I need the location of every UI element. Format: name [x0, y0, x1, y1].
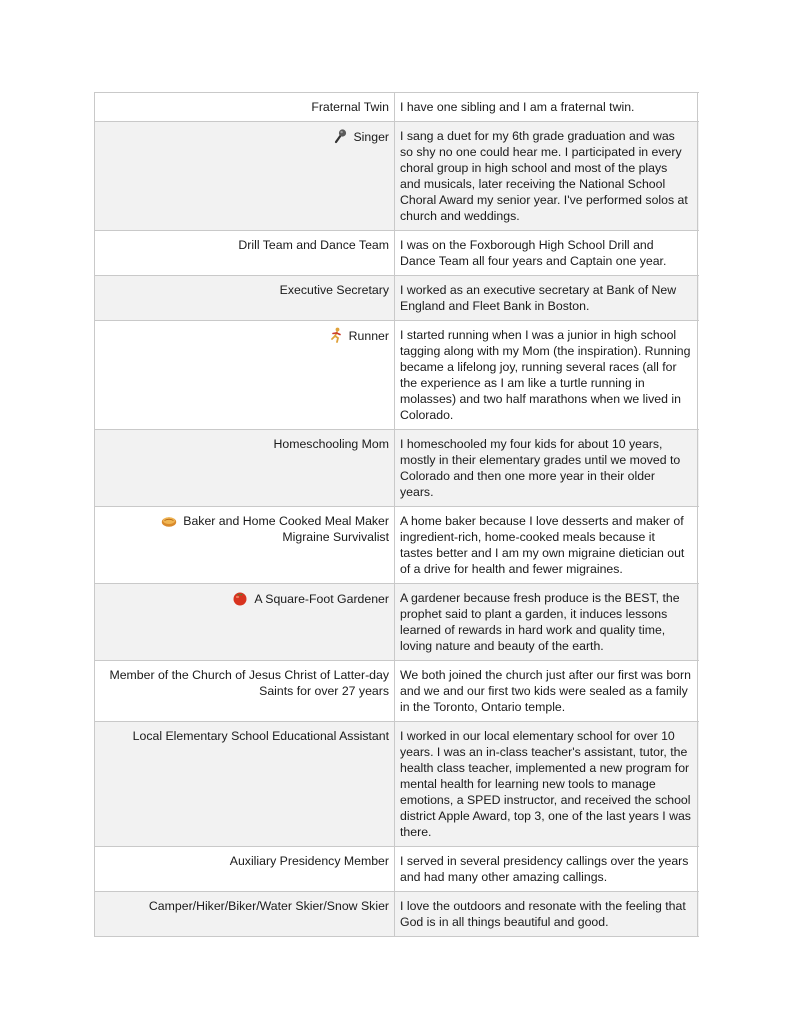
row-label-text: Local Elementary School Educational Assi… [132, 729, 389, 743]
row-label-text: Executive Secretary [279, 283, 389, 297]
table-row-fraternal-twin: Fraternal Twin I have one sibling and I … [95, 93, 699, 122]
row-description: A gardener because fresh produce is the … [395, 584, 698, 660]
table-row-church-member: Member of the Church of Jesus Christ of … [95, 661, 699, 722]
row-label: Homeschooling Mom [95, 430, 395, 506]
row-label: Local Elementary School Educational Assi… [95, 722, 395, 846]
row-label: Singer [95, 122, 395, 230]
table-row-outdoors: Camper/Hiker/Biker/Water Skier/Snow Skie… [95, 892, 699, 937]
row-description: I love the outdoors and resonate with th… [395, 892, 698, 936]
row-label-text: Fraternal Twin [311, 100, 389, 114]
tomato-icon [232, 590, 248, 606]
row-label: A Square-Foot Gardener [95, 584, 395, 660]
row-description: I have one sibling and I am a fraternal … [395, 93, 698, 121]
row-description: I homeschooled my four kids for about 10… [395, 430, 698, 506]
row-label: Member of the Church of Jesus Christ of … [95, 661, 395, 721]
row-label-text-secondary: Migraine Survivalist [282, 530, 389, 544]
row-label-text: Drill Team and Dance Team [238, 238, 389, 252]
microphone-icon [333, 128, 347, 144]
table-row-educational-assistant: Local Elementary School Educational Assi… [95, 722, 699, 847]
row-label-text: Member of the Church of Jesus Christ of … [109, 668, 389, 698]
runner-icon [329, 327, 343, 343]
table-row-homeschooling-mom: Homeschooling Mom I homeschooled my four… [95, 430, 699, 507]
row-label: Camper/Hiker/Biker/Water Skier/Snow Skie… [95, 892, 395, 936]
table-row-executive-secretary: Executive Secretary I worked as an execu… [95, 276, 699, 321]
row-description: I started running when I was a junior in… [395, 321, 698, 429]
table-row-runner: Runner I started running when I was a ju… [95, 321, 699, 430]
table-row-singer: Singer I sang a duet for my 6th grade gr… [95, 122, 699, 231]
row-label: Fraternal Twin [95, 93, 395, 121]
row-description: I served in several presidency callings … [395, 847, 698, 891]
row-label-text: Auxiliary Presidency Member [229, 854, 389, 868]
row-description: I sang a duet for my 6th grade graduatio… [395, 122, 698, 230]
row-label-text: Runner [348, 329, 389, 343]
row-description: We both joined the church just after our… [395, 661, 698, 721]
table-row-gardener: A Square-Foot Gardener A gardener becaus… [95, 584, 699, 661]
table-row-auxiliary-presidency: Auxiliary Presidency Member I served in … [95, 847, 699, 892]
row-label-text: A Square-Foot Gardener [254, 592, 389, 606]
row-description: I worked in our local elementary school … [395, 722, 698, 846]
row-description: I worked as an executive secretary at Ba… [395, 276, 698, 320]
row-description: A home baker because I love desserts and… [395, 507, 698, 583]
row-description: I was on the Foxborough High School Dril… [395, 231, 698, 275]
about-me-table: Fraternal Twin I have one sibling and I … [94, 92, 699, 937]
table-row-baker: Baker and Home Cooked Meal Maker Migrain… [95, 507, 699, 584]
row-label: Auxiliary Presidency Member [95, 847, 395, 891]
pie-icon [161, 514, 177, 528]
row-label-text: Homeschooling Mom [273, 437, 390, 451]
table-row-drill-team: Drill Team and Dance Team I was on the F… [95, 231, 699, 276]
row-label-text: Camper/Hiker/Biker/Water Skier/Snow Skie… [148, 899, 389, 913]
row-label: Drill Team and Dance Team [95, 231, 395, 275]
row-label-text: Singer [353, 130, 389, 144]
row-label: Executive Secretary [95, 276, 395, 320]
row-label: Baker and Home Cooked Meal Maker Migrain… [95, 507, 395, 583]
row-label: Runner [95, 321, 395, 429]
row-label-text: Baker and Home Cooked Meal Maker [183, 514, 389, 528]
